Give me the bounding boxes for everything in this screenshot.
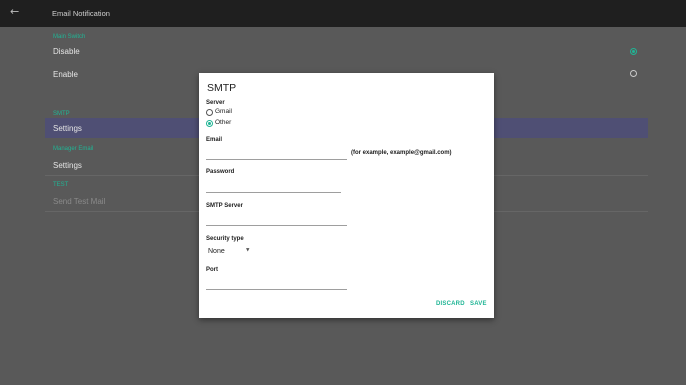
section-main-switch: Main Switch (53, 34, 86, 40)
section-manager-email: Manager Email (53, 146, 94, 152)
section-test: TEST (53, 182, 69, 188)
smtp-dialog: SMTP Server Gmail Other Email (for examp… (199, 73, 494, 318)
page-title: Email Notification (52, 9, 110, 18)
port-label: Port (206, 267, 218, 273)
discard-button[interactable]: DISCARD (436, 301, 465, 307)
gmail-radio[interactable] (206, 109, 213, 116)
security-type-select[interactable]: None (208, 248, 225, 255)
port-field-underline[interactable] (206, 289, 347, 290)
smtp-server-field-underline[interactable] (206, 225, 347, 226)
section-smtp: SMTP (53, 111, 70, 117)
other-radio[interactable] (206, 120, 213, 127)
save-button[interactable]: SAVE (470, 301, 487, 307)
enable-radio[interactable] (630, 70, 637, 77)
dialog-title: SMTP (207, 82, 237, 94)
gmail-option-label[interactable]: Gmail (215, 108, 232, 115)
password-field-underline[interactable] (206, 192, 341, 193)
send-test-mail[interactable]: Send Test Mail (53, 197, 105, 206)
dropdown-arrow-icon[interactable]: ▼ (246, 248, 249, 253)
email-label: Email (206, 137, 223, 143)
password-label: Password (206, 169, 235, 175)
option-disable[interactable]: Disable (53, 47, 80, 56)
smtp-server-label: SMTP Server (206, 203, 243, 209)
manager-email-settings[interactable]: Settings (53, 161, 82, 170)
back-arrow-icon[interactable]: ← (10, 5, 19, 18)
email-hint: (for example, example@gmail.com) (351, 150, 452, 156)
disable-radio[interactable] (630, 48, 637, 55)
smtp-settings-label[interactable]: Settings (53, 124, 82, 133)
other-option-label[interactable]: Other (215, 119, 231, 126)
email-field-underline[interactable] (206, 159, 347, 160)
server-label: Server (206, 100, 225, 106)
app-bar: ← Email Notification (0, 0, 686, 27)
option-enable[interactable]: Enable (53, 70, 78, 79)
security-type-label: Security type (206, 236, 244, 242)
